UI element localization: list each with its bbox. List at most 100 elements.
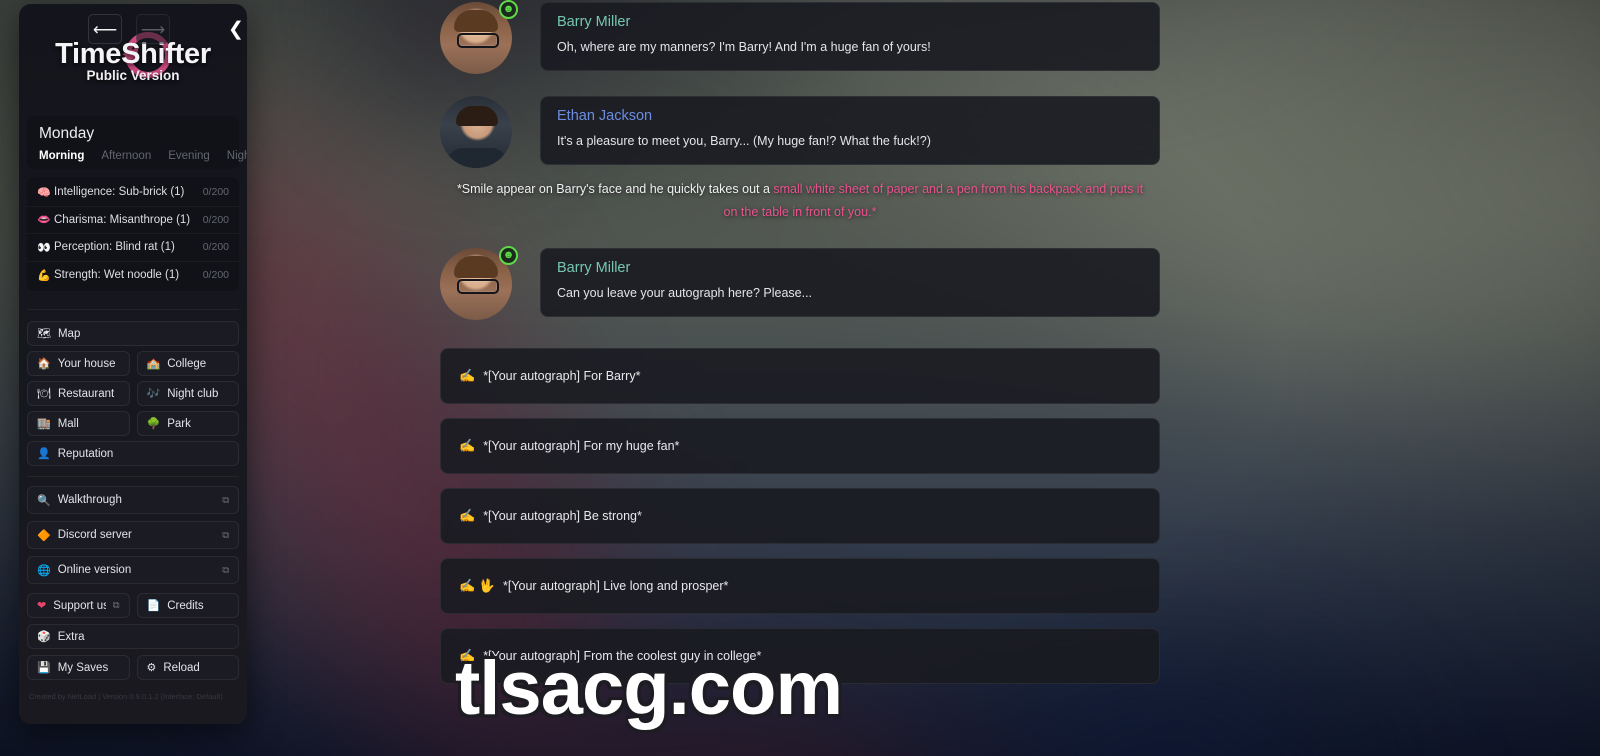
location-mall[interactable]: 🏬 Mall	[27, 411, 130, 436]
online-version-label: Online version	[57, 564, 132, 576]
tab-morning[interactable]: Morning	[39, 150, 84, 162]
extra-button[interactable]: 🎲 Extra	[27, 624, 239, 649]
my-saves-button[interactable]: 💾 My Saves	[27, 655, 130, 680]
avatar-wrap: ☻	[440, 246, 540, 320]
speaker-name: Barry Miller	[557, 14, 631, 30]
tab-evening[interactable]: Evening	[168, 150, 210, 162]
location-park[interactable]: 🌳 Park	[136, 411, 239, 436]
globe-icon: 🌐	[37, 564, 51, 577]
external-link-icon: ⧉	[222, 564, 229, 576]
message-bubble: Barry Miller Oh, where are my manners? I…	[540, 2, 1160, 71]
back-button[interactable]: ⟵	[88, 14, 122, 44]
day-time-panel: Monday Morning Afternoon Evening Night	[27, 116, 247, 169]
nightclub-icon: 🎶	[146, 388, 161, 400]
logo-subtitle: Public Version	[86, 67, 180, 83]
stat-row-strength[interactable]: 💪 Strength: Wet noodle (1) 0/200	[27, 262, 239, 290]
avatar-wrap: ☻	[440, 0, 540, 74]
narration-highlight: small white sheet of paper and a pen fro…	[723, 182, 1144, 220]
location-label: Night club	[167, 387, 219, 400]
walkthrough-button[interactable]: 🔍 Walkthrough ⧉	[27, 486, 239, 514]
stat-row-perception[interactable]: 👀 Perception: Blind rat (1) 0/200	[27, 234, 239, 262]
stat-row-intelligence[interactable]: 🧠 Intelligence: Sub-brick (1) 0/200	[27, 179, 239, 207]
message-barry-2: ☻ Barry Miller Can you leave your autogr…	[440, 246, 1160, 320]
sidebar: TimeShifter Public Version Monday Mornin…	[19, 4, 247, 724]
message-text: Can you leave your autograph here? Pleas…	[557, 286, 813, 300]
choice-for-my-huge-fan[interactable]: ✍ *[Your autograph] For my huge fan*	[440, 418, 1160, 474]
external-links: 🔍 Walkthrough ⧉ 🔶 Discord server ⧉ 🌐 Onl…	[27, 486, 239, 584]
location-label: Park	[167, 417, 191, 430]
document-icon: 📄	[146, 600, 161, 612]
reload-button[interactable]: ⚙ Reload	[136, 655, 239, 680]
writing-hand-vulcan-icon: ✍ 🖖	[459, 578, 495, 593]
message-ethan-1: Ethan Jackson It's a pleasure to meet yo…	[440, 96, 1160, 168]
external-link-icon: ⧉	[222, 494, 229, 506]
collapse-sidebar-button[interactable]: ❮	[222, 14, 250, 44]
magnifier-icon: 🔍	[37, 494, 51, 507]
mall-icon: 🏬	[37, 418, 51, 430]
saves-reload-row: 💾 My Saves ⚙ Reload	[27, 655, 239, 680]
discord-server-button[interactable]: 🔶 Discord server ⧉	[27, 521, 239, 549]
stat-row-charisma[interactable]: 👄 Charisma: Misanthrope (1) 0/200	[27, 207, 239, 234]
discord-label: Discord server	[57, 529, 132, 541]
stat-value: 0/200	[202, 269, 229, 282]
location-row: 🏬 Mall 🌳 Park	[27, 411, 239, 436]
stat-value: 0/200	[202, 213, 229, 226]
location-night-club[interactable]: 🎶 Night club	[136, 381, 239, 406]
reputation-button[interactable]: 👤 Reputation	[27, 441, 239, 466]
credits-label: Credits	[167, 599, 204, 612]
tab-night[interactable]: Night	[227, 150, 247, 162]
map-button[interactable]: 🗺 Map	[27, 321, 239, 346]
lips-icon: 👄	[37, 214, 51, 227]
support-us-button[interactable]: ❤ Support us ⧉	[27, 593, 130, 618]
my-saves-label: My Saves	[57, 661, 109, 674]
gear-icon: ⚙	[146, 662, 157, 674]
house-icon: 🏠	[37, 358, 51, 370]
map-label: Map	[57, 327, 81, 340]
speaker-name: Ethan Jackson	[557, 108, 653, 124]
location-label: College	[167, 357, 207, 370]
choice-for-barry[interactable]: ✍ *[Your autograph] For Barry*	[440, 348, 1160, 404]
divider	[27, 476, 239, 477]
chevron-left-icon: ❮	[228, 18, 244, 40]
stat-value: 0/200	[202, 186, 229, 199]
location-college[interactable]: 🏫 College	[136, 351, 239, 376]
choice-label: *[Your autograph] Be strong*	[483, 509, 642, 523]
location-restaurant[interactable]: 🍽 Restaurant	[27, 381, 130, 406]
location-row: 🏠 Your house 🏫 College	[27, 351, 239, 376]
site-watermark: tlsacg.com	[455, 646, 843, 731]
stats-panel: 🧠 Intelligence: Sub-brick (1) 0/200 👄 Ch…	[27, 177, 239, 291]
online-version-button[interactable]: 🌐 Online version ⧉	[27, 556, 239, 584]
writing-hand-icon: ✍	[459, 438, 476, 453]
credit-line: Created by NetLoad | Version 0.9.0.1.2 (…	[29, 692, 223, 701]
choice-live-long-and-prosper[interactable]: ✍ 🖖 *[Your autograph] Live long and pros…	[440, 558, 1160, 614]
extra-label: Extra	[57, 630, 85, 643]
message-text: It's a pleasure to meet you, Barry... (M…	[557, 134, 931, 148]
stat-label: Charisma: Misanthrope (1)	[54, 213, 191, 226]
reload-label: Reload	[163, 661, 200, 674]
muscle-icon: 💪	[37, 269, 51, 282]
dialogue-area: ☻ Barry Miller Oh, where are my manners?…	[440, 0, 1160, 756]
stat-label: Perception: Blind rat (1)	[54, 241, 175, 254]
tab-afternoon[interactable]: Afternoon	[101, 150, 151, 162]
forward-button[interactable]: ⟶	[136, 14, 170, 44]
avatar-wrap	[440, 96, 540, 168]
happy-mood-badge: ☻	[499, 246, 518, 265]
narration-plain: *Smile appear on Barry's face and he qui…	[456, 182, 774, 196]
divider	[27, 309, 239, 310]
reputation-label: Reputation	[57, 447, 114, 460]
ethan-avatar[interactable]	[440, 96, 512, 168]
park-icon: 🌳	[146, 418, 161, 430]
credits-button[interactable]: 📄 Credits	[136, 593, 239, 618]
choice-label: *[Your autograph] Live long and prosper*	[503, 579, 729, 593]
location-label: Mall	[57, 417, 79, 430]
external-link-icon: ⧉	[222, 529, 229, 541]
eyes-icon: 👀	[37, 241, 51, 254]
choice-label: *[Your autograph] For my huge fan*	[483, 439, 680, 453]
location-your-house[interactable]: 🏠 Your house	[27, 351, 130, 376]
college-icon: 🏫	[146, 358, 161, 370]
brain-icon: 🧠	[37, 186, 51, 199]
choice-be-strong[interactable]: ✍ *[Your autograph] Be strong*	[440, 488, 1160, 544]
dice-icon: 🎲	[37, 631, 51, 643]
heart-icon: ❤	[37, 600, 47, 612]
arrow-right-icon: ⟶	[140, 19, 166, 39]
